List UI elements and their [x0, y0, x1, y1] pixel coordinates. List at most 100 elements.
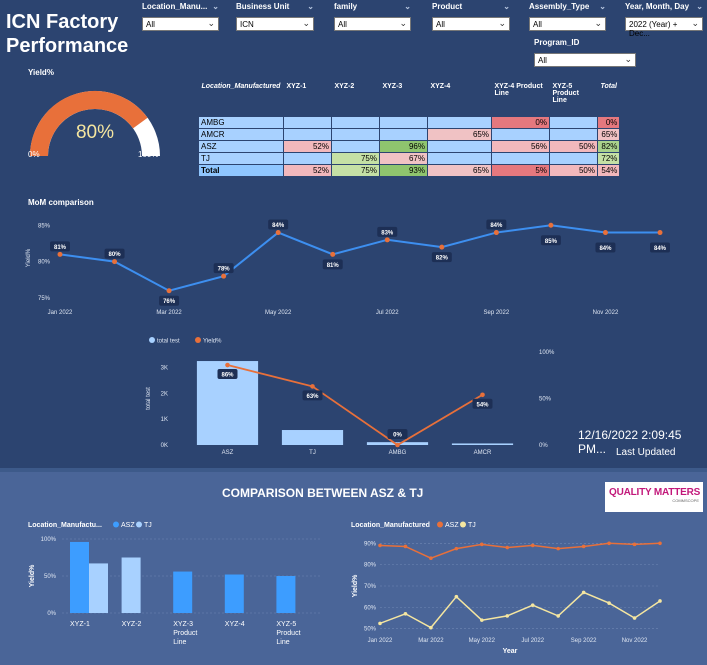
mom-chart-title: MoM comparison [28, 198, 94, 207]
matrix-row: AMBG 0% 0% [198, 115, 621, 129]
filter-dropdown[interactable]: All ⌄ [529, 17, 606, 31]
bottom-bar [70, 541, 89, 613]
filter-dropdown[interactable]: All ⌄ [142, 17, 219, 31]
bottom-bar-x-tick: Product [276, 630, 300, 637]
filter-label: Program_ID [534, 38, 636, 47]
combo-yield-point [395, 442, 400, 448]
filter-label-text: Assembly_Type [529, 2, 590, 11]
matrix-cell [426, 151, 492, 165]
bottom-line-point [454, 546, 459, 551]
mom-x-tick: May 2022 [265, 310, 292, 316]
mom-x-tick: Mar 2022 [156, 310, 182, 316]
location-combo-chart: total test Yield% total test 0K 1K 2K 3K 0% 50% 1… [146, 337, 555, 456]
matrix-cell: 5% [490, 163, 550, 177]
matrix-cell: 75% [330, 163, 380, 177]
bottom-line-point [581, 544, 586, 549]
combo-y2-tick: 0% [539, 443, 548, 449]
matrix-cell [548, 127, 598, 141]
mom-data-point [548, 222, 554, 228]
bottom-line-point [632, 616, 637, 620]
mom-data-label: 84% [599, 246, 612, 252]
mom-x-tick: Jul 2022 [376, 310, 399, 316]
chevron-down-icon: ⌄ [594, 18, 602, 28]
matrix-cell [330, 139, 380, 153]
mom-data-point [384, 237, 390, 243]
mom-data-point [657, 230, 663, 236]
bottom-bar-x-tick: Product [173, 630, 197, 637]
matrix-column-header: XYZ-1 [283, 80, 332, 116]
bottom-line-point [556, 546, 560, 551]
mom-x-tick: Nov 2022 [593, 310, 619, 316]
matrix-cell [378, 127, 428, 141]
mom-x-tick: Sep 2022 [484, 310, 510, 316]
combo-y-tick: 1K [161, 417, 168, 423]
mom-data-label: 78% [218, 267, 231, 273]
chevron-down-icon: ⌄ [302, 18, 310, 28]
matrix-cell: 93% [378, 163, 428, 177]
mom-data-point [112, 259, 118, 265]
matrix-cell [330, 115, 380, 129]
mom-series-line [59, 224, 660, 292]
last-updated-label: Last Updated [616, 447, 676, 458]
bottom-line-point [632, 542, 637, 547]
mom-data-label: 84% [654, 246, 667, 252]
bottom-bar [121, 557, 141, 613]
chevron-down-icon: ⌄ [399, 18, 407, 28]
legend-marker-total-test [149, 337, 155, 343]
combo-x-tick: ASZ [222, 450, 234, 456]
matrix-cell: 65% [426, 163, 492, 177]
mom-data-point [602, 230, 608, 236]
filter-dropdown[interactable]: ICN ⌄ [236, 17, 314, 31]
combo-data-label: 63% [306, 394, 319, 400]
legend-label-tj: TJ [468, 522, 476, 529]
combo-yield-point [480, 392, 485, 398]
legend-label-total-test: total test [157, 339, 180, 345]
mom-data-label: 80% [109, 252, 122, 258]
matrix-cell: 82% [596, 139, 621, 153]
filter-dropdown[interactable]: 2022 (Year) + Dec... ⌄ [625, 17, 703, 38]
bottom-line-point [581, 590, 586, 595]
matrix-row-label: Total [198, 163, 284, 177]
combo-y2-tick: 100% [539, 350, 555, 356]
legend-label-asz: ASZ [121, 522, 135, 529]
bottom-bar-x-tick: XYZ-5 [276, 621, 296, 628]
gauge-max-label: 100% [138, 150, 159, 159]
matrix-cell: 65% [596, 127, 621, 141]
chevron-down-icon: ⌄ [498, 18, 506, 28]
matrix-cell: 96% [378, 139, 428, 153]
filter-label-text: Business Unit [236, 2, 290, 11]
filter-label: Location_Manu... ⌄ [142, 2, 219, 11]
matrix-row: TJ 75% 67% 72% [198, 151, 621, 165]
filter-dropdown[interactable]: All ⌄ [334, 17, 411, 31]
combo-data-label: 54% [476, 402, 489, 408]
matrix-cell: 54% [596, 163, 621, 177]
bottom-line-y-tick: 70% [364, 584, 377, 590]
combo-yield-point [310, 384, 315, 389]
filter-label-text: Year, Month, Day [625, 2, 690, 11]
matrix-row-label: ASZ [198, 139, 284, 153]
bottom-line-x-tick: Jan 2022 [368, 638, 393, 644]
filter-value: All [146, 20, 155, 29]
bottom-bar-title: Location_Manufactu... [28, 522, 102, 529]
filter-dropdown[interactable]: All ⌄ [432, 17, 510, 31]
quality-matters-logo: QUALITY MATTERS COMMSCOPE [605, 482, 703, 512]
matrix-cell: 52% [282, 163, 332, 177]
bottom-line-x-tick: Jul 2022 [521, 638, 544, 644]
bottom-line-x-axis-label: Year [503, 648, 518, 655]
matrix-cell: 67% [378, 151, 428, 165]
filter-dropdown[interactable]: All ⌄ [534, 53, 636, 67]
bottom-line-point [480, 618, 484, 622]
filter-value: All [436, 20, 445, 29]
combo-yield-line [227, 364, 483, 447]
gauge-title: Yield% [28, 68, 54, 77]
asz-tj-line-chart: Location_Manufactured ASZ TJ Yield% 50% 60% 70… [351, 521, 662, 655]
mom-data-label: 82% [436, 256, 449, 262]
yield-matrix: Location_Manufactured XYZ-1 XYZ-2 XYZ-3 XYZ-… [198, 80, 621, 177]
matrix-row: ASZ 52% 96% 56% 50% 82% [198, 139, 621, 153]
matrix-column-header: XYZ-2 [331, 80, 380, 116]
bottom-line-point [530, 603, 535, 608]
filter-label: Year, Month, Day ⌄ [625, 2, 703, 11]
matrix-cell [378, 115, 428, 129]
bottom-bar [276, 576, 296, 613]
matrix-column-header: XYZ-5 Product Line [549, 80, 598, 116]
